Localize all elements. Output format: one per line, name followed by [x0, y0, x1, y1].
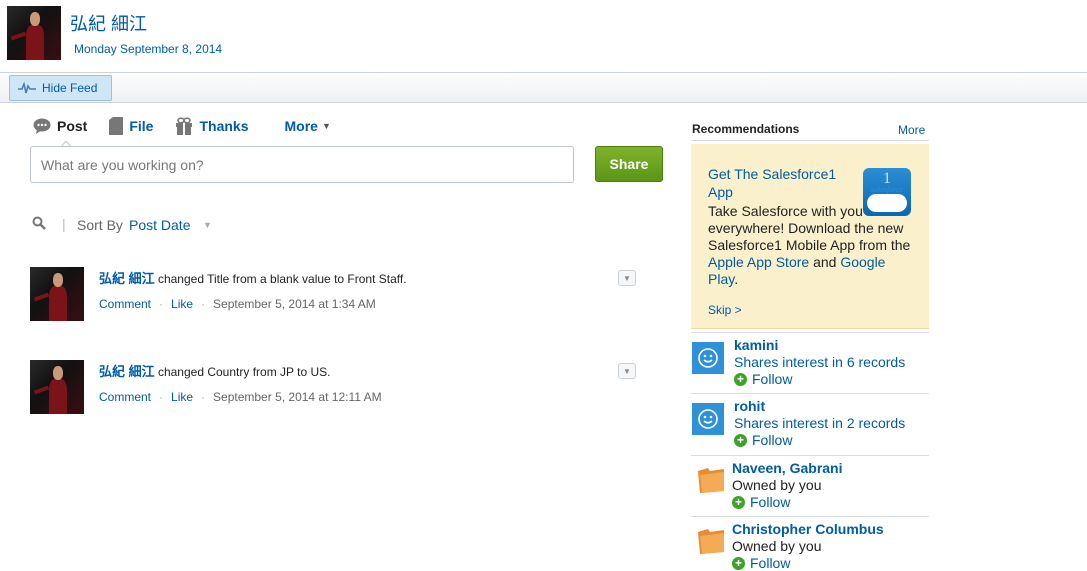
feed-actions: Comment · Like · September 5, 2014 at 12:11 …: [99, 390, 382, 404]
comment-link[interactable]: Comment: [99, 297, 151, 311]
like-link[interactable]: Like: [171, 390, 193, 404]
feed-item-menu-button[interactable]: ▼: [618, 270, 636, 286]
feed-actions: Comment · Like · September 5, 2014 at 1:34 A…: [99, 297, 376, 311]
recommendation-desc: Owned by you: [732, 477, 822, 493]
chevron-down-icon: ▼: [321, 121, 331, 131]
salesforce1-promo: Get The Salesforce1 App 1 salesforce Tak…: [691, 144, 929, 329]
like-link[interactable]: Like: [171, 297, 193, 311]
recommendation-name-link[interactable]: rohit: [734, 398, 765, 414]
feed-item-text: 弘紀 細江 changed Country from JP to US.: [99, 361, 331, 380]
folder-icon[interactable]: [696, 465, 726, 495]
folder-icon[interactable]: [696, 526, 726, 556]
feed-change-text: changed Country from JP to US.: [154, 365, 331, 379]
profile-date: Monday September 8, 2014: [74, 42, 223, 56]
recommendation-name-link[interactable]: kamini: [734, 337, 778, 353]
chat-bubble-icon: [33, 118, 51, 134]
hide-feed-label: Hide Feed: [42, 81, 98, 95]
feed-toolbar: Hide Feed: [0, 72, 1087, 103]
promo-body: Take Salesforce with you everywhere! Dow…: [708, 203, 911, 287]
gift-icon: [175, 117, 193, 135]
recommendation-desc: Shares interest in 2 records: [734, 415, 906, 431]
user-face-icon[interactable]: [692, 342, 724, 374]
feed-change-text: changed Title from a blank value to Fron…: [154, 272, 407, 286]
recommendation-item: rohit Shares interest in 2 records + Foll…: [691, 393, 929, 453]
feed-item: 弘紀 細江 changed Country from JP to US. Com…: [30, 360, 640, 420]
recommendations-title: Recommendations: [692, 122, 800, 136]
follow-button[interactable]: + Follow: [732, 494, 790, 510]
feed-author-avatar[interactable]: [30, 267, 84, 321]
follow-button[interactable]: + Follow: [734, 371, 792, 387]
recommendation-desc: Shares interest in 6 records: [734, 354, 906, 370]
tab-post[interactable]: Post: [33, 118, 87, 134]
chevron-down-icon[interactable]: ▼: [203, 220, 212, 230]
feed-timestamp: September 5, 2014 at 1:34 AM: [213, 297, 376, 311]
tab-post-label: Post: [57, 118, 88, 134]
comment-link[interactable]: Comment: [99, 390, 151, 404]
tab-more[interactable]: More ▼: [284, 118, 330, 134]
skip-link[interactable]: Skip >: [708, 303, 742, 317]
promo-title-link[interactable]: Get The Salesforce1 App: [708, 165, 843, 201]
plus-icon: +: [734, 433, 747, 447]
tab-file[interactable]: File: [109, 117, 153, 135]
file-icon: [109, 117, 124, 135]
profile-name[interactable]: 弘紀 細江: [70, 10, 147, 36]
chevron-down-icon: ▼: [623, 273, 631, 283]
tab-thanks-label: Thanks: [199, 118, 249, 134]
tab-more-label: More: [284, 118, 318, 134]
profile-avatar[interactable]: [7, 6, 61, 60]
activity-pulse-icon: [18, 82, 36, 94]
follow-button[interactable]: + Follow: [734, 432, 792, 448]
recommendations-more-link[interactable]: More: [898, 123, 925, 137]
feed-item: 弘紀 細江 changed Title from a blank value t…: [30, 267, 640, 327]
publisher-tabs: Post File Thanks More ▼: [33, 116, 353, 136]
feed-timestamp: September 5, 2014 at 12:11 AM: [213, 390, 382, 404]
recommendation-name-link[interactable]: Christopher Columbus: [732, 521, 884, 537]
feed-author-avatar[interactable]: [30, 360, 84, 414]
feed-author-link[interactable]: 弘紀 細江: [99, 364, 155, 379]
tab-file-label: File: [129, 118, 154, 134]
share-button[interactable]: Share: [595, 146, 663, 182]
sort-separator: |: [62, 216, 66, 232]
sort-label: Sort By: [77, 217, 123, 233]
feed-item-menu-button[interactable]: ▼: [618, 363, 636, 379]
plus-icon: +: [732, 495, 745, 509]
hide-feed-button[interactable]: Hide Feed: [9, 75, 112, 101]
app-store-link[interactable]: Apple App Store: [708, 254, 809, 270]
tab-thanks[interactable]: Thanks: [175, 117, 248, 135]
recommendation-item: Christopher Columbus Owned by you + Follo…: [691, 516, 929, 571]
recommendation-name-link[interactable]: Naveen, Gabrani: [732, 460, 843, 476]
chevron-down-icon: ▼: [623, 366, 631, 376]
plus-icon: +: [734, 372, 747, 386]
user-face-icon[interactable]: [692, 403, 724, 435]
search-icon[interactable]: [32, 216, 46, 230]
divider: [691, 140, 929, 141]
post-input[interactable]: [30, 146, 574, 183]
recommendation-item: kamini Shares interest in 6 records + Fol…: [691, 332, 929, 392]
follow-button[interactable]: + Follow: [732, 555, 790, 571]
feed-author-link[interactable]: 弘紀 細江: [99, 271, 155, 286]
recommendation-desc: Owned by you: [732, 538, 822, 554]
sort-value-dropdown[interactable]: Post Date: [129, 217, 190, 233]
recommendation-item: Naveen, Gabrani Owned by you + Follow: [691, 455, 929, 515]
feed-item-text: 弘紀 細江 changed Title from a blank value t…: [99, 268, 407, 287]
plus-icon: +: [732, 556, 745, 570]
